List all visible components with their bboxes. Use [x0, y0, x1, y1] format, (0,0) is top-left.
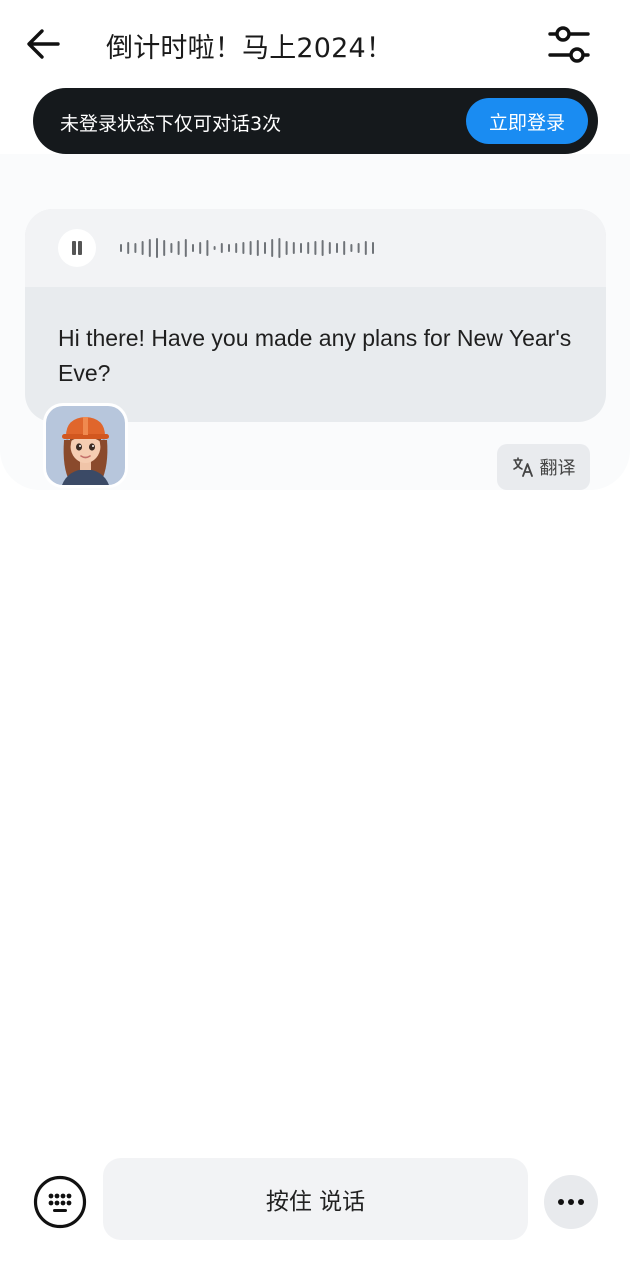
waveform-bar: [170, 243, 173, 253]
back-button[interactable]: [22, 22, 66, 66]
waveform-bar: [156, 238, 158, 258]
sliders-icon: [548, 26, 590, 63]
waveform-bar: [256, 240, 259, 256]
waveform-bar: [242, 242, 245, 254]
settings-button[interactable]: [546, 22, 592, 66]
waveform-bar: [134, 243, 137, 253]
pause-icon[interactable]: [58, 229, 96, 267]
chat-screen: 倒计时啦！马上2024！ 未登录状态下仅可对话3次 立即登录 Hi there!…: [0, 0, 630, 1280]
translate-label: 翻译: [539, 458, 576, 479]
login-banner: 未登录状态下仅可对话3次 立即登录: [33, 88, 598, 154]
more-button[interactable]: [544, 1175, 598, 1229]
keyboard-icon: [33, 1175, 87, 1229]
waveform-bar: [357, 243, 360, 253]
character-avatar-icon: [46, 406, 125, 485]
waveform-bar: [213, 246, 216, 250]
waveform-bar: [148, 239, 151, 257]
waveform-bar: [307, 242, 310, 254]
waveform-bar: [372, 242, 374, 254]
waveform-bar: [127, 242, 130, 254]
waveform-bar: [206, 240, 209, 256]
waveform-bar: [249, 241, 252, 255]
waveform-bar: [328, 242, 331, 254]
login-banner-text: 未登录状态下仅可对话3次: [60, 113, 282, 135]
waveform-bar: [177, 241, 180, 255]
avatar[interactable]: [43, 403, 128, 488]
translate-icon: [512, 457, 533, 477]
more-icon: [558, 1199, 584, 1205]
waveform-bar: [285, 241, 288, 255]
page-title: 倒计时啦！马上2024！: [106, 33, 394, 64]
waveform-bar: [292, 242, 295, 254]
waveform-bar: [271, 239, 274, 257]
waveform-bar: [321, 240, 324, 256]
waveform-bar: [343, 241, 346, 255]
waveform-bar: [228, 244, 230, 252]
hold-to-talk-button[interactable]: 按住 说话: [103, 1158, 528, 1240]
waveform-bar: [220, 243, 223, 253]
audio-player: [25, 209, 606, 287]
waveform-bar: [235, 243, 238, 253]
waveform-bar: [192, 244, 194, 252]
waveform-bar: [350, 244, 353, 252]
waveform-bar: [163, 240, 166, 256]
waveform-bar: [141, 241, 144, 255]
message-bubble: Hi there! Have you made any plans for Ne…: [25, 209, 606, 422]
waveform-bar: [336, 243, 338, 253]
waveform-bar: [120, 244, 122, 252]
waveform-bar: [199, 242, 202, 254]
header: 倒计时啦！马上2024！: [0, 0, 630, 88]
waveform-bar: [264, 242, 266, 254]
waveform-bar: [364, 241, 367, 255]
arrow-left-icon: [27, 29, 60, 59]
message-text: Hi there! Have you made any plans for Ne…: [58, 325, 572, 386]
waveform-bar: [184, 239, 187, 257]
translate-button[interactable]: 翻译: [497, 444, 590, 490]
keyboard-button[interactable]: [33, 1175, 87, 1229]
waveform-bar: [314, 241, 317, 255]
waveform-icon: [120, 238, 374, 258]
login-button[interactable]: 立即登录: [466, 98, 588, 144]
waveform-bar: [278, 238, 281, 258]
waveform-bar: [300, 243, 302, 253]
